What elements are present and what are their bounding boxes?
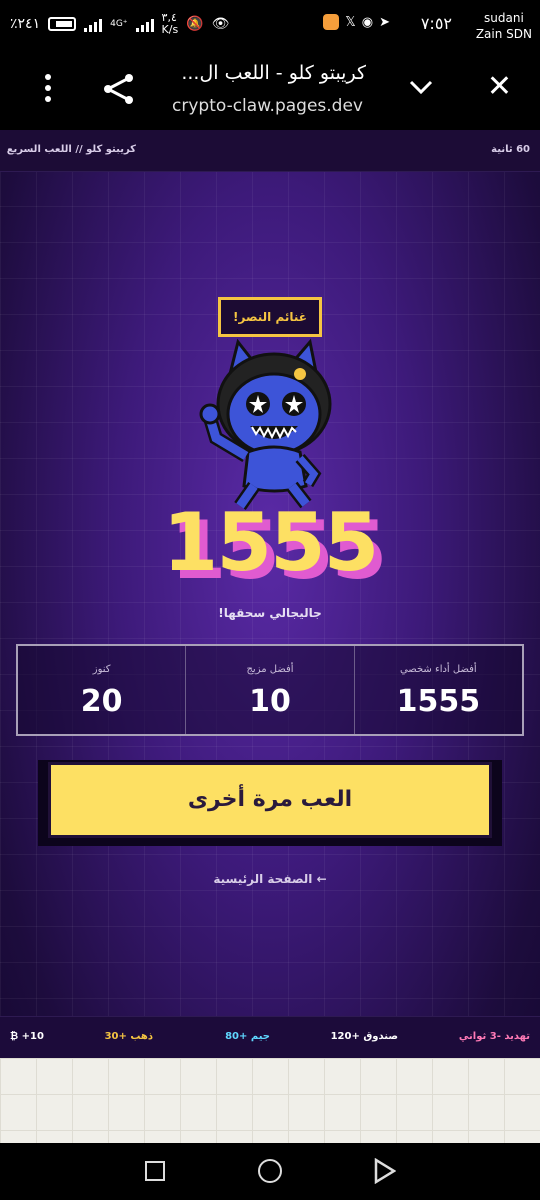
home-icon[interactable] (258, 1159, 282, 1183)
battery-text: ٪٢٤١ (10, 16, 41, 32)
breadcrumb[interactable]: كريبتو كلو // اللعب السريع (7, 144, 136, 155)
system-nav-bar (0, 1143, 540, 1200)
network-type: 4G⁺ (110, 19, 128, 29)
score-value: 1555 (162, 496, 380, 589)
stat-best-combo: أفضل مزيج 10 (185, 646, 353, 734)
clock: ٧:٥٢ (420, 14, 452, 33)
ticker-item: ذهب +30 (104, 1031, 153, 1042)
telegram-icon: ➤ (379, 14, 390, 30)
stat-personal-best: أفضل أداء شخصي 1555 (353, 646, 522, 734)
share-icon[interactable] (102, 72, 136, 106)
eye-icon: 👁 (211, 16, 230, 32)
points-ticker: تهديد -3 ثواني صندوق +120 جيم +80 ذهب +3… (0, 1016, 540, 1058)
stat-label: أفضل مزيج (246, 664, 294, 675)
page-footer-area (0, 1058, 540, 1143)
stat-value: 10 (249, 684, 291, 719)
ticker-item: جيم +80 (225, 1031, 270, 1042)
signal-icon-2 (135, 16, 154, 32)
result-message: جاليجالي سحقها! (218, 606, 322, 620)
stat-label: كنوز (92, 664, 111, 675)
play-again-button[interactable]: العب مرة أخرى (48, 762, 492, 838)
mute-icon: 🔕 (186, 16, 204, 32)
status-left: ٪٢٤١ 4G⁺ ٣,٤ K/s 🔕 👁 (10, 12, 229, 36)
carrier: sudani Zain SDN (475, 11, 532, 41)
home-link[interactable]: ← الصفحة الرئيسية (0, 872, 540, 886)
mascot-image (199, 338, 332, 511)
close-icon[interactable]: ✕ (487, 72, 512, 102)
browser-toolbar: كريبتو كلو - اللعب ال... crypto-claw.pag… (0, 50, 540, 130)
url-text[interactable]: crypto-claw.pages.dev (172, 96, 372, 116)
stat-value: 1555 (396, 684, 481, 719)
messenger-icon: ◉ (361, 14, 374, 30)
ticker-item: صندوق +120 (330, 1031, 398, 1042)
network-speed: ٣,٤ K/s (161, 11, 179, 36)
ticker-item: ₿ +10 (10, 1031, 44, 1042)
stats-panel: أفضل أداء شخصي 1555 أفضل مزيج 10 كنوز 20 (16, 644, 524, 736)
top-nav: 60 ثانية كريبتو كلو // اللعب السريع (0, 130, 540, 172)
notification-icons: 𝕏 ◉ ➤ (323, 14, 390, 30)
stat-value: 20 (80, 684, 123, 719)
page-title: كريبتو كلو - اللعب ال... (181, 62, 366, 84)
chevron-down-icon[interactable] (406, 72, 436, 102)
recents-icon[interactable] (145, 1161, 165, 1181)
ticker-item: تهديد -3 ثواني (458, 1031, 530, 1042)
score-display: 1555 1555 (0, 498, 540, 598)
status-bar: ٪٢٤١ 4G⁺ ٣,٤ K/s 🔕 👁 𝕏 ◉ ➤ ٧:٥٢ sudani Z… (0, 0, 540, 50)
game-page: 60 ثانية كريبتو كلو // اللعب السريع غنائ… (0, 130, 540, 1143)
battery-icon (48, 17, 77, 31)
stat-label: أفضل أداء شخصي (399, 664, 477, 675)
back-icon[interactable] (374, 1158, 396, 1184)
victory-badge: غنائم النصر! (218, 297, 322, 337)
x-icon: 𝕏 (345, 14, 356, 30)
app-notification-icon (323, 14, 340, 30)
stat-treasures: كنوز 20 (18, 646, 185, 734)
signal-icon (84, 16, 103, 32)
more-menu-icon[interactable] (38, 74, 58, 104)
timer: 60 ثانية (491, 144, 530, 155)
